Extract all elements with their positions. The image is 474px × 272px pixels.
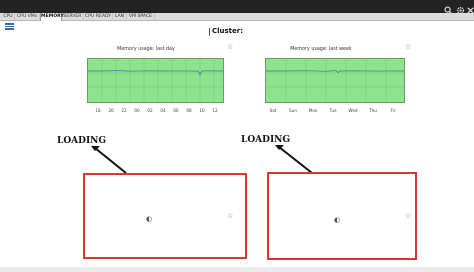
x-tick: Mon (308, 108, 318, 113)
star-icon[interactable]: ☆ (405, 44, 411, 51)
bottom-strip (0, 267, 474, 272)
arrow-head-left (91, 146, 100, 151)
menu-icon[interactable] (5, 23, 14, 30)
tab-vm-space[interactable]: VM SPACE (127, 13, 155, 21)
x-tick: Wed (348, 108, 358, 113)
chart-day-title: Memory usage: last day (117, 47, 175, 52)
star-icon[interactable]: ☆ (227, 213, 233, 220)
chart-week-title: Memory usage: last week (290, 47, 352, 52)
loading-panel-right: ◐ ☆ (267, 172, 417, 260)
tab-cpu-vms[interactable]: CPU VMs (15, 13, 40, 21)
cluster-separator (209, 28, 210, 36)
cluster-label: Cluster: (212, 27, 244, 35)
loading-annotation-left: LOADING (57, 136, 107, 146)
tab-lan[interactable]: LAN (113, 13, 127, 21)
chart-week-plot (265, 58, 405, 103)
chart-week-x-axis: Sat Sun Mon Tue Wed Thu Fri (265, 108, 405, 114)
x-tick: 20 (108, 108, 114, 113)
x-tick: 02 (147, 108, 153, 113)
star-icon[interactable]: ☆ (405, 213, 411, 220)
tab-server[interactable]: SERVER (62, 13, 84, 21)
tab-memory[interactable]: MEMORY (40, 13, 64, 21)
arrow-head-right (275, 145, 284, 150)
x-tick: 22 (121, 108, 127, 113)
x-tick: 18 (95, 108, 101, 113)
x-tick: 12 (212, 108, 218, 113)
tab-cpu-ready[interactable]: CPU READY (84, 13, 113, 21)
x-tick: 10 (199, 108, 205, 113)
spinner-icon: ◐ (146, 215, 153, 223)
tab-bar: CPU CPU VMs MEMORY SERVER CPU READY LAN … (0, 13, 474, 21)
x-tick: 08 (186, 108, 192, 113)
loading-panel-left: ◐ ☆ (83, 173, 247, 259)
star-icon[interactable]: ☆ (227, 44, 233, 51)
chart-day-plot (87, 58, 224, 103)
arrow-line-right (278, 146, 313, 174)
arrow-line-left (94, 147, 127, 174)
x-tick: Fri (390, 108, 396, 113)
x-tick: 04 (160, 108, 166, 113)
x-tick: 06 (173, 108, 179, 113)
x-tick: Sun (289, 108, 297, 113)
x-tick: Thu (369, 108, 377, 113)
spinner-icon: ◐ (334, 216, 341, 224)
top-bar (0, 0, 474, 15)
loading-annotation-right: LOADING (241, 135, 291, 145)
tab-cpu[interactable]: CPU (2, 13, 15, 21)
x-tick: Sat (269, 108, 277, 113)
x-tick: Tue (329, 108, 337, 113)
x-tick: 00 (134, 108, 140, 113)
chart-day-x-axis: 18 20 22 00 02 04 06 08 10 12 (87, 108, 224, 114)
